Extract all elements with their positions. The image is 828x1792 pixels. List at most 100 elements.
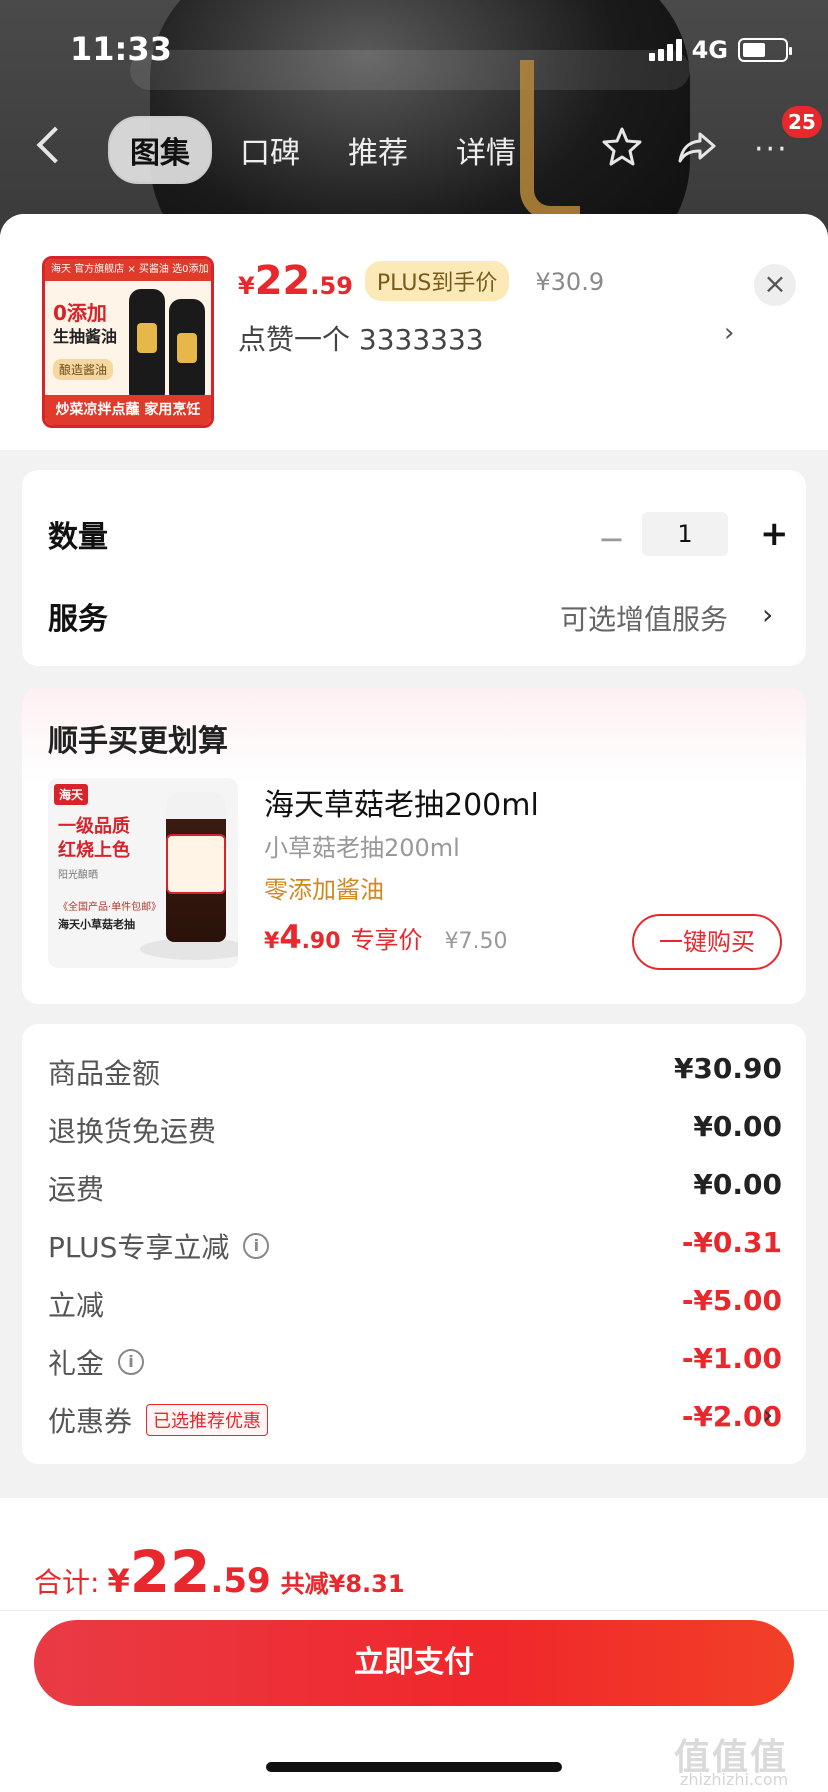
message-badge: 25 — [782, 106, 822, 138]
status-indicators: 4G — [648, 36, 792, 64]
summary-label: 优惠券 已选推荐优惠 — [48, 1400, 269, 1440]
price-currency: ¥ — [264, 929, 280, 954]
battery-icon — [738, 38, 792, 62]
like-text[interactable]: 点赞一个 3333333 — [238, 318, 484, 358]
summary-value: -¥5.00 — [681, 1284, 782, 1317]
coupon-row[interactable]: 优惠券 已选推荐优惠 -¥2.00 — [48, 1392, 782, 1442]
summary-row: 退换货免运费 ¥0.00 — [48, 1102, 782, 1152]
price-decimal: .90 — [301, 929, 341, 954]
price-integer: 22 — [254, 258, 311, 304]
price-summary-card: 商品金额 ¥30.90 退换货免运费 ¥0.00 运费 ¥0.00 PLUS专享… — [22, 1024, 806, 1464]
summary-label: 礼金 i — [48, 1342, 145, 1382]
thumb-top-strip: 海天 官方旗舰店 × 买酱油 选0添加 — [45, 259, 211, 281]
summary-row: 运费 ¥0.00 — [48, 1160, 782, 1210]
bottle-graphic — [129, 289, 165, 399]
nav-tabs: 图集 口碑 推荐 详情 — [108, 116, 536, 184]
quantity-input[interactable]: 1 — [642, 512, 728, 556]
summary-row: 立减 -¥5.00 — [48, 1276, 782, 1326]
addon-image-line: 《全国产品·单件包邮》 — [58, 902, 162, 913]
chevron-right-icon[interactable]: › — [762, 598, 773, 631]
network-label: 4G — [691, 36, 728, 64]
original-price: ¥30.9 — [535, 268, 605, 296]
tab-recommend[interactable]: 推荐 — [328, 118, 428, 182]
total-integer: 22 — [129, 1538, 211, 1606]
thumb-headline: 0添加 — [53, 301, 107, 325]
plus-price-tag: PLUS到手价 — [364, 261, 510, 301]
more-icon[interactable]: ··· — [754, 132, 789, 167]
pay-now-button[interactable]: 立即支付 — [34, 1620, 794, 1706]
signal-icon — [648, 39, 682, 61]
product-thumbnail[interactable]: 海天 官方旗舰店 × 买酱油 选0添加 0添加 生抽酱油 酿造酱油 炒菜凉拌点蘸… — [42, 256, 214, 428]
summary-label: 商品金额 — [48, 1057, 161, 1090]
quantity-label: 数量 — [48, 520, 108, 555]
total-saved: 共减¥8.31 — [280, 1570, 405, 1598]
addon-price: ¥ 4 .90 专享价 ¥7.50 — [264, 918, 508, 956]
quantity-minus-button[interactable]: − — [598, 520, 625, 558]
brand-logo: 海天 — [54, 784, 89, 805]
summary-value: -¥1.00 — [681, 1342, 782, 1375]
back-icon[interactable] — [36, 126, 74, 164]
service-value[interactable]: 可选增值服务 — [560, 598, 728, 638]
coupon-tag: 已选推荐优惠 — [146, 1404, 269, 1436]
addon-section-title: 顺手买更划算 — [48, 724, 228, 759]
price-decimal: .59 — [310, 272, 353, 300]
summary-label: PLUS专享立减 i — [48, 1226, 270, 1266]
addon-image-line: 海天小草菇老抽 — [58, 918, 135, 931]
total-currency: ¥ — [107, 1562, 130, 1600]
summary-row: 商品金额 ¥30.90 — [48, 1044, 782, 1094]
addon-image-line: 一级品质 — [58, 816, 130, 837]
info-icon[interactable]: i — [243, 1233, 270, 1259]
summary-label: 立减 — [48, 1289, 105, 1322]
star-icon[interactable] — [600, 124, 644, 168]
price-label: 专享价 — [350, 926, 423, 954]
original-price: ¥7.50 — [444, 929, 508, 954]
chevron-right-icon[interactable]: › — [762, 1398, 773, 1431]
service-label: 服务 — [48, 602, 108, 637]
addon-card: 顺手买更划算 海天 一级品质 红烧上色 阳光酿晒 《全国产品·单件包邮》 海天小… — [22, 688, 806, 1004]
quantity-plus-button[interactable]: + — [760, 514, 789, 554]
close-button[interactable]: × — [754, 264, 796, 306]
divider — [0, 1610, 828, 1611]
sheet-header: 海天 官方旗舰店 × 买酱油 选0添加 0添加 生抽酱油 酿造酱油 炒菜凉拌点蘸… — [0, 214, 828, 450]
summary-label-text: 优惠券 — [48, 1405, 133, 1438]
tab-details[interactable]: 详情 — [436, 118, 536, 182]
top-nav: 图集 口碑 推荐 详情 ··· 25 — [0, 106, 828, 184]
home-indicator[interactable] — [266, 1762, 562, 1772]
summary-label: 运费 — [48, 1173, 105, 1206]
addon-product-image[interactable]: 海天 一级品质 红烧上色 阳光酿晒 《全国产品·单件包邮》 海天小草菇老抽 — [48, 778, 238, 968]
status-time: 11:33 — [70, 30, 172, 68]
checkout-bar: 合计: ¥ 22 .59 共减¥8.31 立即支付 值值值 zhizhizhi.… — [0, 1498, 828, 1792]
summary-value: -¥0.31 — [681, 1226, 782, 1259]
summary-label-text: 礼金 — [48, 1347, 105, 1380]
thumb-bottom-strip: 炒菜凉拌点蘸 家用烹饪 — [45, 395, 211, 425]
price-integer: 4 — [279, 918, 302, 956]
summary-value: ¥0.00 — [693, 1110, 782, 1143]
summary-row: 礼金 i -¥1.00 — [48, 1334, 782, 1384]
summary-label: 退换货免运费 — [48, 1115, 217, 1148]
tab-gallery[interactable]: 图集 — [108, 116, 212, 184]
summary-label-text: PLUS专享立减 — [48, 1231, 230, 1264]
thumb-subline: 生抽酱油 — [53, 327, 118, 346]
watermark-url: zhizhizhi.com — [680, 1770, 789, 1789]
thumb-badge: 酿造酱油 — [53, 359, 114, 380]
bottle-graphic — [169, 299, 205, 399]
quantity-card: 数量 − 1 + 服务 可选增值服务 › — [22, 470, 806, 666]
info-icon[interactable]: i — [118, 1349, 145, 1375]
one-click-buy-button[interactable]: 一键购买 — [632, 914, 782, 970]
summary-row: PLUS专享立减 i -¥0.31 — [48, 1218, 782, 1268]
addon-image-line: 阳光酿晒 — [58, 870, 98, 881]
summary-value: ¥0.00 — [693, 1168, 782, 1201]
addon-name[interactable]: 海天草菇老抽200ml — [264, 780, 539, 824]
share-icon[interactable] — [676, 124, 720, 168]
total-label: 合计: — [34, 1566, 100, 1599]
price-currency: ¥ — [238, 272, 255, 300]
summary-value: ¥30.90 — [673, 1052, 782, 1085]
addon-image-line: 红烧上色 — [58, 840, 130, 861]
checkout-page: 11:33 4G 图集 口碑 推荐 详情 ··· 25 海天 官方旗舰店 × 买… — [0, 0, 828, 1792]
tab-reviews[interactable]: 口碑 — [220, 118, 320, 182]
order-total: 合计: ¥ 22 .59 共减¥8.31 — [34, 1538, 405, 1606]
addon-subtitle: 小草菇老抽200ml — [264, 834, 460, 862]
bottle-label-graphic — [166, 834, 226, 894]
total-decimal: .59 — [210, 1561, 271, 1601]
chevron-right-icon[interactable]: › — [724, 318, 734, 348]
